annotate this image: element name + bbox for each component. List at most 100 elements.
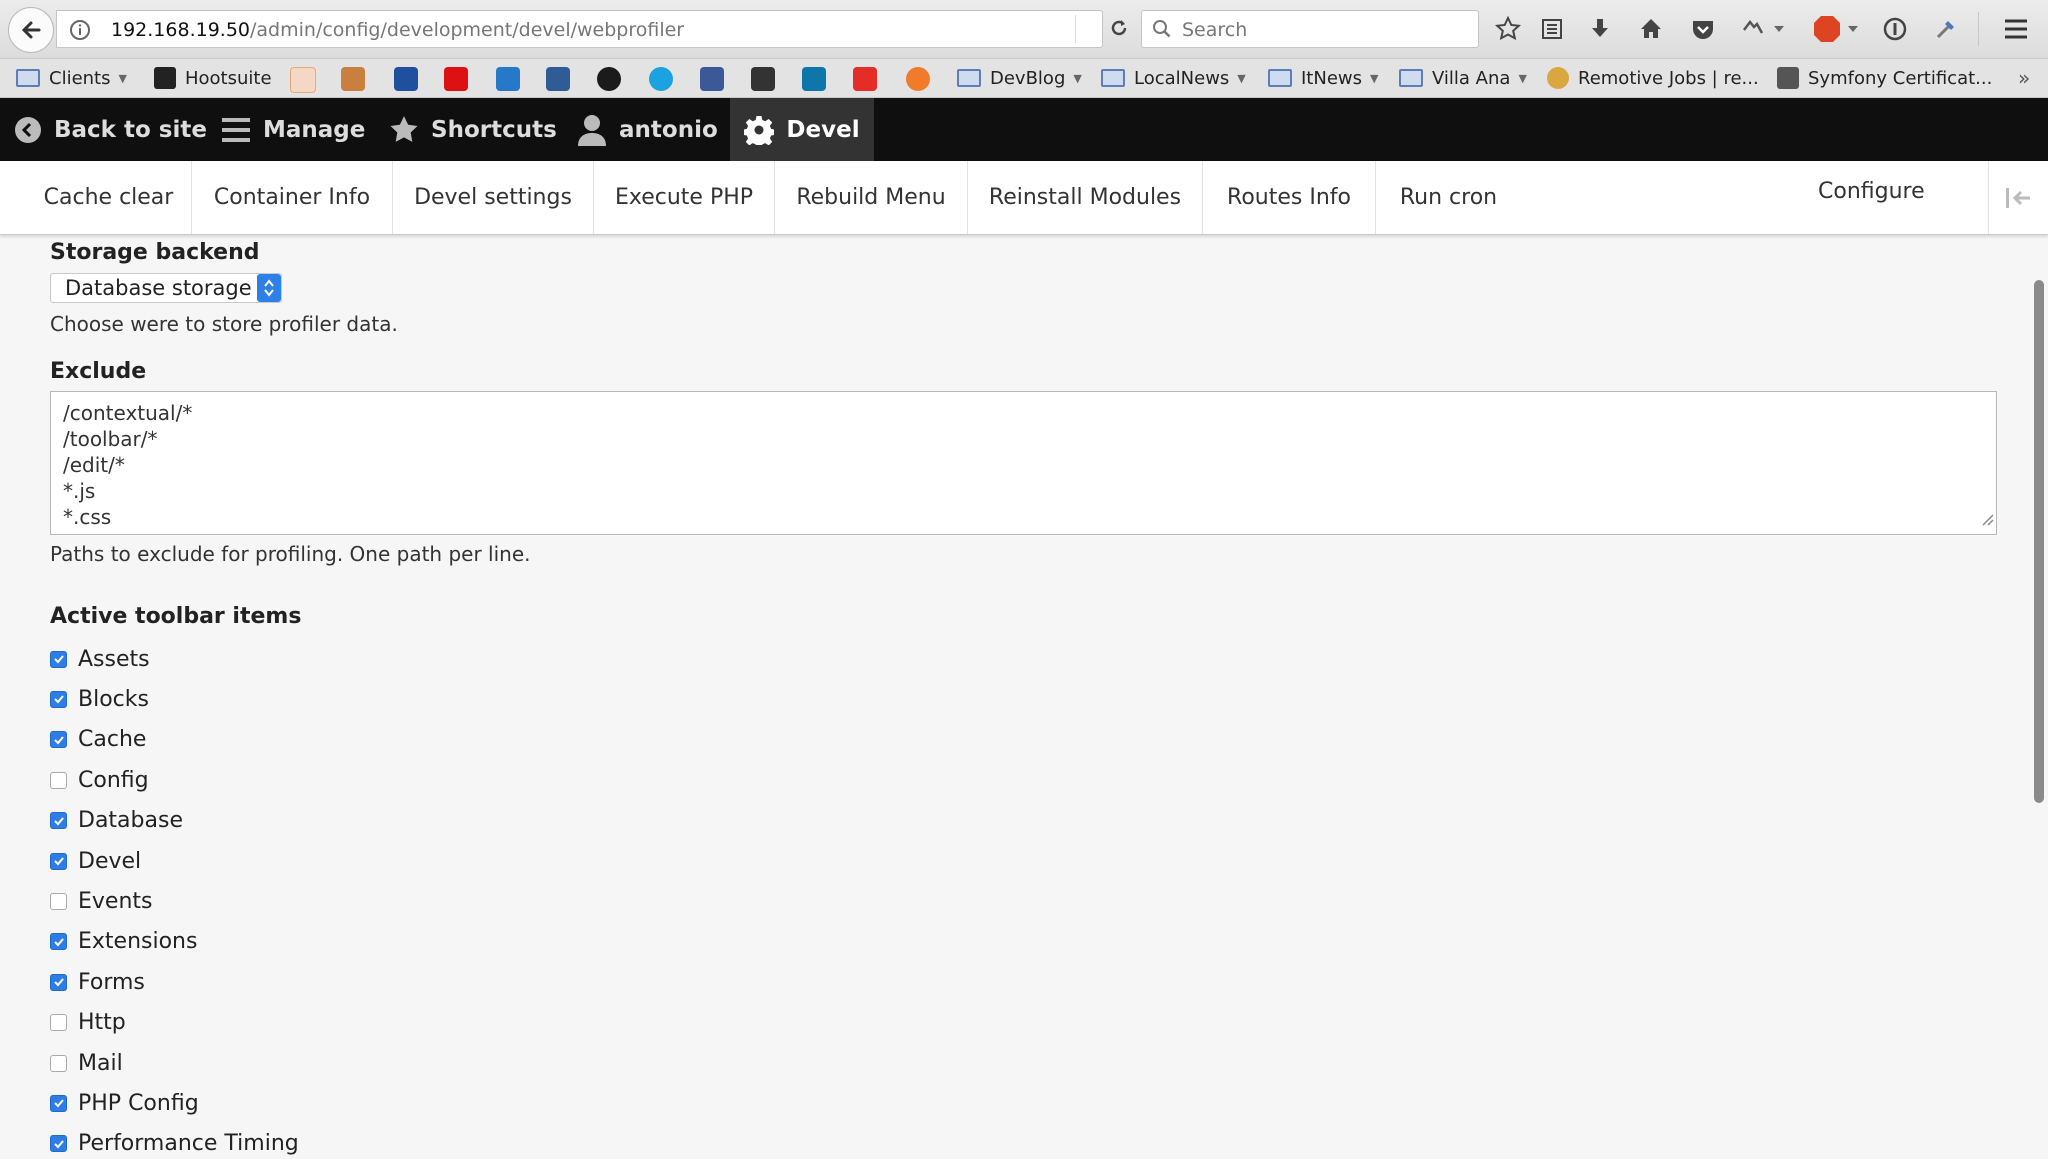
bookmark-itnews[interactable]: ItNews ▼ <box>1268 65 1378 91</box>
bookmark-villa-ana[interactable]: Villa Ana ▼ <box>1399 65 1527 91</box>
bookmark-localnews[interactable]: LocalNews ▼ <box>1101 65 1246 91</box>
bookmark-star-icon[interactable] <box>1494 15 1522 43</box>
toolbar-item-checkbox-row[interactable]: Forms <box>50 967 145 997</box>
tray-configure-link[interactable]: Configure <box>1818 179 1925 204</box>
adblock-icon[interactable] <box>1812 15 1842 43</box>
exclude-line: /toolbar/* <box>63 427 158 451</box>
chevron-down-icon: ▼ <box>1518 71 1527 85</box>
checkbox-unchecked-icon[interactable] <box>50 892 67 910</box>
youtube-icon[interactable] <box>853 67 877 91</box>
storage-backend-select[interactable]: Database storage <box>50 273 282 303</box>
toolbar-item-checkbox-row[interactable]: Mail <box>50 1048 123 1078</box>
facebook-icon[interactable] <box>700 67 724 91</box>
reading-list-icon[interactable] <box>1538 15 1566 43</box>
menu-icon[interactable] <box>2002 15 2030 43</box>
toolbar-item-checkbox-row[interactable]: Http <box>50 1008 126 1038</box>
extension-icon[interactable] <box>1739 15 1767 43</box>
checkbox-checked-icon[interactable] <box>50 650 67 668</box>
chevron-down-icon: ▼ <box>1370 71 1379 85</box>
toolbar-item-checkbox-row[interactable]: Extensions <box>50 927 197 957</box>
toolbar-divider <box>1978 12 1979 46</box>
chevron-down-icon: ▼ <box>1073 71 1082 85</box>
checkbox-checked-icon[interactable] <box>50 690 67 708</box>
bookmark-label: DevBlog <box>990 67 1066 89</box>
tray-item-devel-settings[interactable]: Devel settings <box>393 161 594 234</box>
url-text: 192.168.19.50/admin/config/development/d… <box>111 19 684 41</box>
shortcuts-button[interactable]: Shortcuts <box>389 98 557 161</box>
toolbar-item-checkbox-row[interactable]: PHP Config <box>50 1088 199 1118</box>
back-to-site-button[interactable]: Back to site <box>14 98 207 161</box>
bookmark-label: Hootsuite <box>185 67 272 89</box>
url-bar[interactable]: 192.168.19.50/admin/config/development/d… <box>56 10 1127 48</box>
toolbar-item-label: Devel <box>78 848 142 874</box>
toolbar-item-checkbox-row[interactable]: Cache <box>50 725 146 755</box>
checkbox-unchecked-icon[interactable] <box>50 1054 67 1072</box>
download-icon[interactable] <box>1586 15 1614 43</box>
bookmark-devblog[interactable]: DevBlog ▼ <box>957 65 1082 91</box>
bookmark-hootsuite[interactable]: Hootsuite <box>154 65 272 91</box>
eyedropper-icon[interactable] <box>1932 15 1960 43</box>
lastfm-icon[interactable] <box>444 67 468 91</box>
checkbox-checked-icon[interactable] <box>50 973 67 991</box>
tray-item-routes-info[interactable]: Routes Info <box>1203 161 1376 234</box>
html5-icon[interactable] <box>546 67 570 91</box>
bookmark-label: Remotive Jobs | re... <box>1578 67 1759 89</box>
toolbar-item-checkbox-row[interactable]: Config <box>50 765 149 795</box>
github-icon[interactable] <box>597 67 621 91</box>
extension-dropdown-icon[interactable] <box>1772 15 1786 43</box>
site-info-icon[interactable] <box>69 19 91 45</box>
toolbar-item-checkbox-row[interactable]: Devel <box>50 846 141 876</box>
linkedin-icon[interactable] <box>802 67 826 91</box>
toolbar-item-label: Blocks <box>78 686 149 712</box>
adblock-dropdown-icon[interactable] <box>1846 15 1860 43</box>
checkbox-checked-icon[interactable] <box>50 1094 67 1112</box>
tray-item-container-info[interactable]: Container Info <box>192 161 393 234</box>
exclude-textarea[interactable]: /contextual/* /toolbar/* /edit/* *.js *.… <box>50 391 1997 535</box>
calendar-icon[interactable] <box>290 67 316 93</box>
browser-back-button[interactable] <box>8 7 54 53</box>
bookmark-clients[interactable]: Clients ▼ <box>16 65 127 91</box>
toolbar-item-checkbox-row[interactable]: Events <box>50 886 153 916</box>
sun-icon[interactable] <box>906 67 930 91</box>
tray-item-rebuild-menu[interactable]: Rebuild Menu <box>775 161 968 234</box>
checkbox-checked-icon[interactable] <box>50 731 67 749</box>
toolbar-item-checkbox-row[interactable]: Performance Timing <box>50 1129 299 1159</box>
tray-item-execute-php[interactable]: Execute PHP <box>594 161 775 234</box>
toolbar-item-label: PHP Config <box>78 1090 199 1116</box>
checkbox-checked-icon[interactable] <box>50 812 67 830</box>
owl-icon[interactable] <box>751 67 775 91</box>
globe-icon[interactable] <box>649 67 673 91</box>
toolbar-item-checkbox-row[interactable]: Assets <box>50 644 150 674</box>
toolbar-item-label: Events <box>78 888 153 914</box>
bookmark-label: ItNews <box>1301 67 1363 89</box>
checkbox-checked-icon[interactable] <box>50 852 67 870</box>
paypal-icon[interactable] <box>394 67 418 91</box>
bookmark-symfony[interactable]: Symfony Certificat... <box>1777 65 1992 91</box>
pocket-icon[interactable] <box>1689 15 1717 43</box>
tray-item-run-cron[interactable]: Run cron <box>1376 161 1521 234</box>
reload-icon[interactable] <box>1108 17 1130 43</box>
bookmark-remotive[interactable]: Remotive Jobs | re... <box>1547 65 1759 91</box>
search-icon <box>1151 18 1173 44</box>
toolbar-item-checkbox-row[interactable]: Database <box>50 806 183 836</box>
checkbox-checked-icon[interactable] <box>50 1135 67 1153</box>
user-button[interactable]: antonio <box>577 98 718 161</box>
scrollbar-thumb[interactable] <box>2034 280 2044 803</box>
tray-item-cache-clear[interactable]: Cache clear <box>26 161 192 234</box>
bookmarks-overflow-icon[interactable]: » <box>2018 66 2030 90</box>
tray-item-reinstall-modules[interactable]: Reinstall Modules <box>968 161 1203 234</box>
tray-orientation-toggle[interactable] <box>1988 161 2048 234</box>
checkbox-unchecked-icon[interactable] <box>50 771 67 789</box>
checkbox-checked-icon[interactable] <box>50 933 67 951</box>
search-placeholder: Search <box>1182 19 1248 41</box>
search-input[interactable]: Search <box>1141 10 1479 48</box>
devel-button[interactable]: Devel <box>730 98 874 161</box>
image-icon[interactable] <box>341 67 365 91</box>
toolbar-item-checkbox-row[interactable]: Blocks <box>50 684 149 714</box>
manage-button[interactable]: Manage <box>221 98 365 161</box>
checkbox-unchecked-icon[interactable] <box>50 1014 67 1032</box>
home-icon[interactable] <box>1637 15 1665 43</box>
password-icon[interactable] <box>1881 15 1909 43</box>
resize-handle-icon[interactable] <box>1980 506 1994 532</box>
trello-icon[interactable] <box>496 67 520 91</box>
